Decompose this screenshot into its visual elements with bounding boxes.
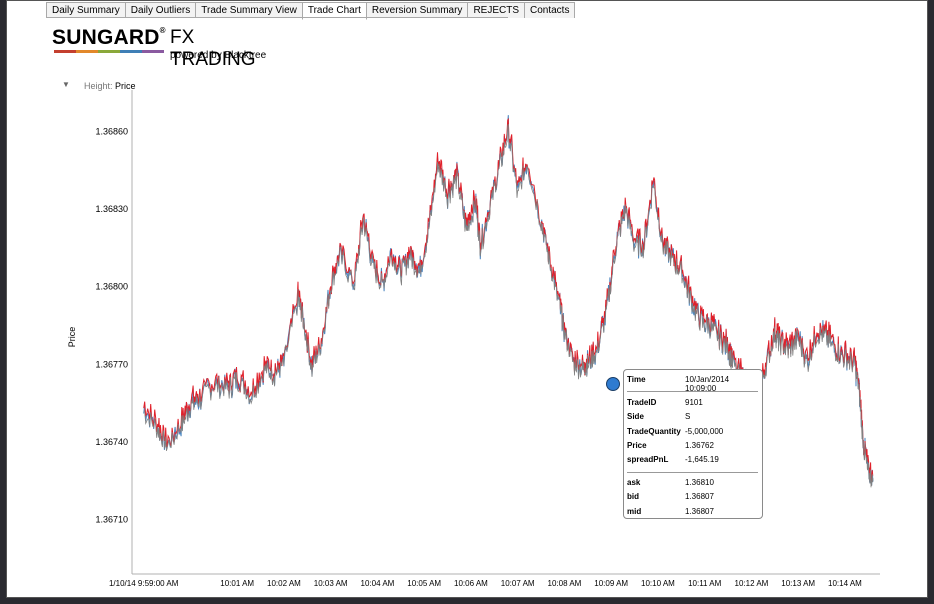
tooltip-field-value: S bbox=[685, 412, 691, 422]
tooltip-time-row: Time 10/Jan/2014 10:09:00 bbox=[627, 375, 758, 393]
tooltip-quote-value: 1.36807 bbox=[685, 492, 714, 502]
tooltip-quote-label: ask bbox=[627, 478, 641, 487]
tooltip-field-value: 9101 bbox=[685, 398, 703, 407]
x-tick-label: 10:10 AM bbox=[641, 579, 675, 588]
mid-line bbox=[143, 123, 874, 488]
y-axis-label: Price bbox=[67, 327, 77, 348]
y-tick-label: 1.36770 bbox=[95, 359, 128, 369]
tooltip-quote-label: bid bbox=[627, 492, 639, 502]
tooltip-field-row: TradeQuantity -5,000,000 bbox=[627, 427, 758, 439]
x-tick-label: 10:01 AM bbox=[220, 579, 254, 588]
x-tick-label: 10:06 AM bbox=[454, 579, 488, 588]
tooltip-quote-value: 1.36807 bbox=[685, 506, 714, 516]
x-tick-label: 10:08 AM bbox=[548, 579, 582, 588]
x-tick-label: 1/10/14 9:59:00 AM bbox=[109, 579, 179, 588]
trade-marker[interactable] bbox=[606, 377, 620, 391]
x-tick-label: 10:04 AM bbox=[361, 579, 395, 588]
tooltip-field-row: Side S bbox=[627, 412, 758, 424]
x-tick-label: 10:14 AM bbox=[828, 579, 862, 588]
y-tick-label: 1.36830 bbox=[95, 204, 128, 214]
tooltip-field-label: TradeID bbox=[627, 398, 657, 407]
tooltip-field-label: Side bbox=[627, 412, 644, 422]
tooltip-quote-row: bid 1.36807 bbox=[627, 492, 758, 504]
x-tick-label: 10:13 AM bbox=[781, 579, 815, 588]
y-tick-label: 1.36710 bbox=[95, 515, 128, 525]
tooltip-quote-value: 1.36810 bbox=[685, 478, 714, 487]
tooltip-field-label: spreadPnL bbox=[627, 455, 669, 465]
trade-tooltip: Time 10/Jan/2014 10:09:00 TradeID 9101 Sid… bbox=[623, 369, 763, 519]
x-tick-label: 10:07 AM bbox=[501, 579, 535, 588]
trade-chart[interactable]: 1.36860 1.36830 1.36800 1.36770 1.36740 1.367… bbox=[0, 0, 934, 604]
x-tick-label: 10:03 AM bbox=[314, 579, 348, 588]
tooltip-quote-label: mid bbox=[627, 506, 642, 516]
tooltip-field-label: TradeQuantity bbox=[627, 426, 681, 436]
tooltip-field-row: Price 1.36762 bbox=[627, 441, 758, 453]
y-tick-label: 1.36800 bbox=[95, 282, 128, 292]
y-tick-label: 1.36740 bbox=[95, 437, 128, 447]
chart-axes bbox=[131, 90, 880, 575]
tooltip-separator bbox=[627, 391, 758, 392]
x-tick-label: 10:11 AM bbox=[688, 579, 722, 588]
y-tick-label: 1.36860 bbox=[95, 126, 128, 136]
bid-line bbox=[143, 115, 874, 486]
tooltip-field-row: TradeID 9101 bbox=[627, 398, 758, 410]
price-lines bbox=[143, 115, 874, 488]
tooltip-quote-row: ask 1.36810 bbox=[627, 478, 758, 490]
tooltip-field-value: 1.36762 bbox=[685, 440, 714, 450]
x-tick-label: 10:02 AM bbox=[267, 579, 301, 588]
tooltip-field-row: spreadPnL -1,645.19 bbox=[627, 455, 758, 467]
x-tick-label: 10:09 AM bbox=[594, 579, 628, 588]
tooltip-field-value: -1,645.19 bbox=[685, 455, 719, 465]
x-tick-label: 10:05 AM bbox=[407, 579, 441, 588]
tooltip-separator bbox=[627, 472, 758, 473]
x-tick-label: 10:12 AM bbox=[735, 579, 769, 588]
tooltip-field-label: Price bbox=[627, 440, 647, 450]
tooltip-quote-row: mid 1.36807 bbox=[627, 507, 758, 519]
ask-line bbox=[143, 117, 874, 483]
tooltip-time-label: Time bbox=[627, 375, 646, 384]
tooltip-field-value: -5,000,000 bbox=[685, 426, 724, 436]
